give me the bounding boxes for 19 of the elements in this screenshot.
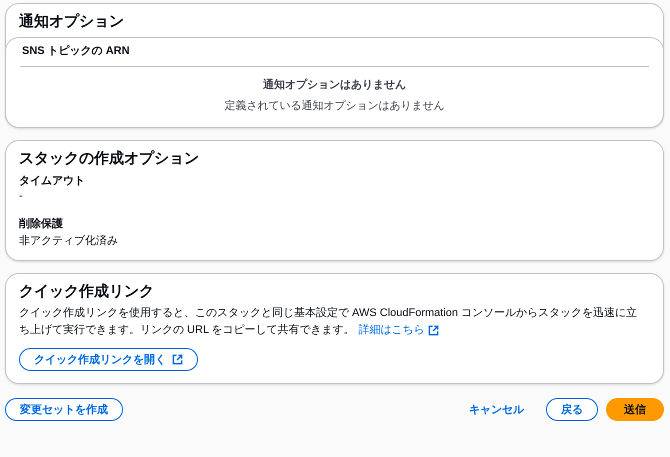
panel-title: 通知オプション (18, 12, 125, 32)
panel-title: スタックの作成オプション (18, 149, 200, 169)
description-text: クイック作成リンクを使用すると、このスタックと同じ基本設定で AWS CloudFormation コンソールからスタックを迅速に立ち上げて実行できます。リンクの URL をコピーして共有できます。 詳細はこちら (19, 305, 650, 339)
field-value: 非アクティブ化済み (19, 234, 119, 248)
column-header: SNS トピックの ARN (20, 41, 649, 67)
action-button[interactable]: 送信 (606, 398, 664, 421)
learn-more-link[interactable]: 詳細はこちら (358, 322, 439, 339)
panel-title: クイック作成リンク (18, 282, 155, 302)
field-label: タイムアウト (19, 174, 86, 188)
field-label: 削除保護 (19, 216, 64, 231)
action-button[interactable]: 戻る (546, 398, 598, 421)
open-link-button[interactable]: クイック作成リンクを開く (19, 348, 198, 371)
empty-state-description: 定義されている通知オプションはありません (224, 98, 444, 113)
field-value: - (19, 190, 24, 202)
external-link-icon (172, 354, 183, 365)
cancel-link[interactable]: キャンセル (455, 402, 538, 417)
empty-state-title: 通知オプションはありません (263, 78, 406, 92)
external-link-icon (428, 325, 439, 336)
action-button[interactable]: 変更セットを作成 (5, 398, 123, 421)
